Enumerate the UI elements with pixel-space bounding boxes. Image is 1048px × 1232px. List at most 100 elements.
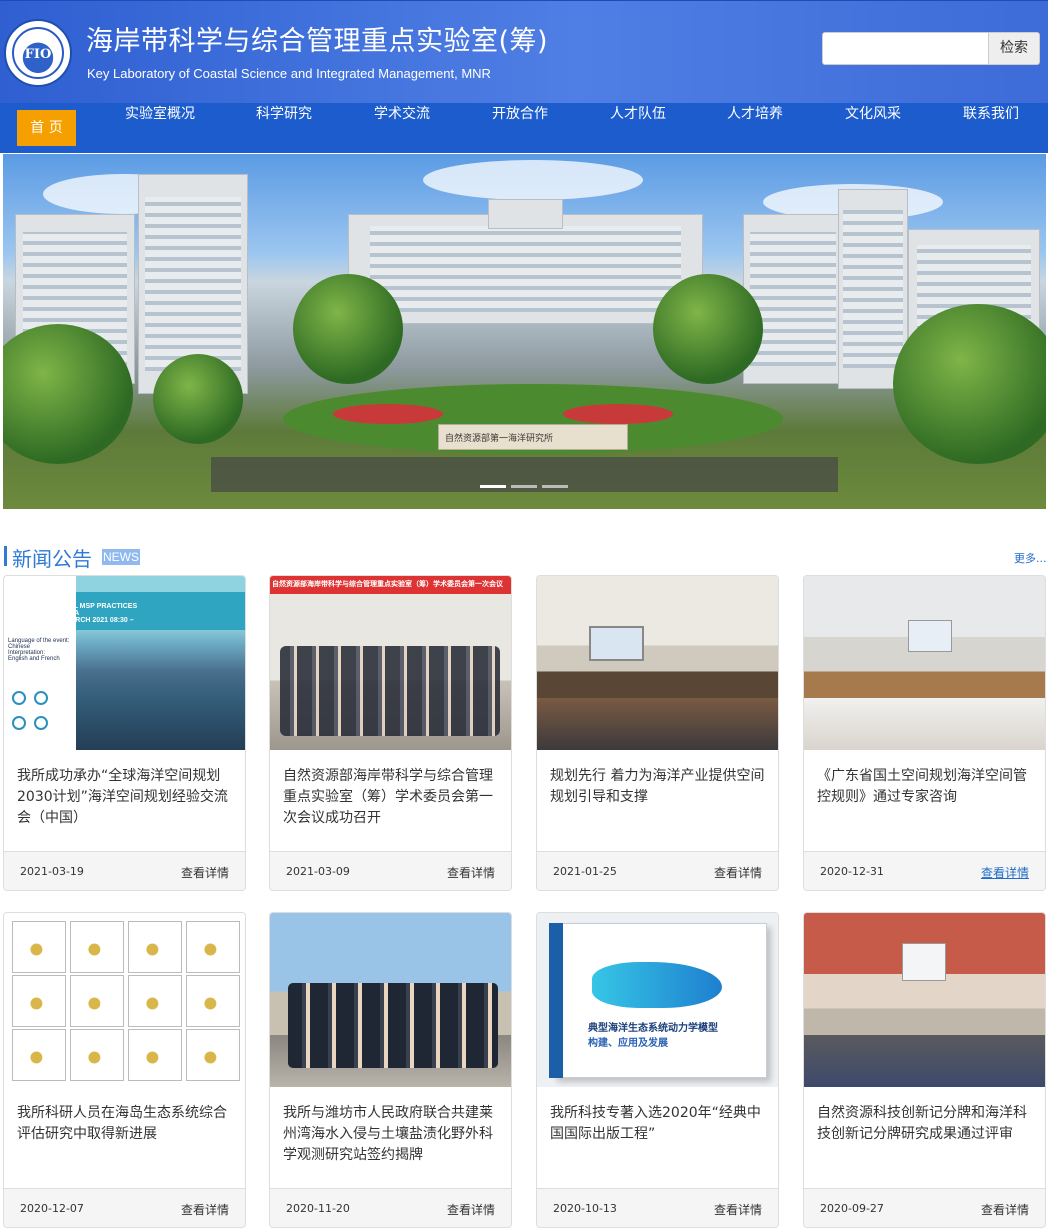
news-image[interactable] (270, 913, 511, 1087)
news-card[interactable]: 自然资源部海岸带科学与综合管理重点实验室（筹）学术委员会第一次会议 自然资源部海… (269, 575, 512, 891)
view-details-link[interactable]: 查看详情 (981, 864, 1029, 881)
nav-item-training[interactable]: 人才培养 (717, 103, 793, 153)
view-details-link[interactable]: 查看详情 (447, 1201, 495, 1218)
card-footer: 2020-09-27 查看详情 (804, 1188, 1045, 1227)
site-title-cn[interactable]: 海岸带科学与综合管理重点实验室(筹) (86, 19, 548, 58)
view-details-link[interactable]: 查看详情 (181, 1201, 229, 1218)
news-card[interactable]: 我所与潍坊市人民政府联合共建莱州湾海水入侵与土壤盐渍化野外科学观测研究站签约揭牌… (269, 912, 512, 1228)
news-card[interactable]: 《广东省国土空间规划海洋空间管控规则》通过专家咨询 2020-12-31 查看详… (803, 575, 1046, 891)
view-details-link[interactable]: 查看详情 (981, 1201, 1029, 1218)
nav-item-home[interactable]: 首 页 (17, 110, 76, 146)
news-date: 2021-03-19 (20, 865, 84, 878)
hero-banner[interactable]: 自然资源部第一海洋研究所 (3, 154, 1046, 509)
news-date: 2020-10-13 (553, 1202, 617, 1215)
right-wing-building (743, 214, 843, 384)
card-footer: 2020-10-13 查看详情 (537, 1188, 778, 1227)
map-panel (70, 975, 124, 1027)
news-title[interactable]: 《广东省国土空间规划海洋空间管控规则》通过专家咨询 (817, 766, 1033, 808)
map-panel (128, 1029, 182, 1081)
news-title[interactable]: 我所成功承办“全球海洋空间规划2030计划”海洋空间规划经验交流会（中国） (17, 766, 233, 829)
slide-dot-2[interactable] (511, 485, 537, 488)
org-logo-icon (12, 691, 26, 705)
news-date: 2020-12-31 (820, 865, 884, 878)
book-title-line: 典型海洋生态系统动力学模型 (588, 1023, 718, 1034)
interp-value: English and French (8, 656, 60, 662)
card-footer: 2021-03-09 查看详情 (270, 851, 511, 890)
news-card[interactable]: Online seminar SHARING NATIONAL MSP PRAC… (3, 575, 246, 891)
projection-screen (589, 626, 644, 661)
card-footer: 2020-12-07 查看详情 (4, 1188, 245, 1227)
news-image[interactable]: Online seminar SHARING NATIONAL MSP PRAC… (4, 576, 245, 750)
seminar-info: Language of the event: Chinese Interpret… (8, 638, 72, 662)
map-panel (12, 1029, 66, 1081)
org-logo-icon (34, 691, 48, 705)
card-footer: 2021-03-19 查看详情 (4, 851, 245, 890)
view-details-link[interactable]: 查看详情 (714, 1201, 762, 1218)
news-image[interactable] (537, 576, 778, 750)
view-details-link[interactable]: 查看详情 (447, 864, 495, 881)
news-title[interactable]: 我所科研人员在海岛生态系统综合评估研究中取得新进展 (17, 1103, 233, 1145)
news-title[interactable]: 自然资源部海岸带科学与综合管理重点实验室（筹）学术委员会第一次会议成功召开 (283, 766, 499, 829)
view-details-link[interactable]: 查看详情 (181, 864, 229, 881)
map-panel (70, 1029, 124, 1081)
news-image[interactable]: 自然资源部海岸带科学与综合管理重点实验室（筹）学术委员会第一次会议 (270, 576, 511, 750)
book-cover: 典型海洋生态系统动力学模型 构建、应用及发展 (553, 923, 767, 1078)
nav-item-culture[interactable]: 文化风采 (835, 103, 911, 153)
nav-item-contact[interactable]: 联系我们 (953, 103, 1029, 153)
news-image[interactable] (4, 913, 245, 1087)
news-image[interactable]: 典型海洋生态系统动力学模型 构建、应用及发展 (537, 913, 778, 1087)
site-title-en: Key Laboratory of Coastal Science and In… (87, 66, 491, 81)
news-title[interactable]: 我所与潍坊市人民政府联合共建莱州湾海水入侵与土壤盐渍化野外科学观测研究站签约揭牌 (283, 1103, 499, 1166)
nav-item-exchange[interactable]: 学术交流 (364, 103, 440, 153)
main-building (348, 214, 703, 324)
map-panel (128, 975, 182, 1027)
card-footer: 2020-12-31 查看详情 (804, 851, 1045, 890)
tree (653, 274, 763, 384)
seminar-info-panel: Language of the event: Chinese Interpret… (4, 576, 76, 750)
group-photo (280, 646, 500, 736)
section-title-en: NEWS (102, 549, 140, 565)
search-button[interactable]: 检索 (988, 32, 1040, 65)
news-title[interactable]: 自然资源科技创新记分牌和海洋科技创新记分牌研究成果通过评审 (817, 1103, 1033, 1145)
more-link[interactable]: 更多... (1014, 550, 1047, 566)
fio-logo[interactable]: FIO (4, 19, 72, 87)
news-card[interactable]: 典型海洋生态系统动力学模型 构建、应用及发展 我所科技专著入选2020年“经典中… (536, 912, 779, 1228)
map-panel (128, 921, 182, 973)
news-image[interactable] (804, 913, 1045, 1087)
news-title[interactable]: 我所科技专著入选2020年“经典中国国际出版工程” (550, 1103, 766, 1145)
map-panel (186, 921, 240, 973)
tree (153, 354, 243, 444)
news-date: 2020-11-20 (286, 1202, 350, 1215)
slide-dot-1[interactable] (480, 485, 506, 488)
news-card[interactable]: 规划先行 着力为海洋产业提供空间规划引导和支撑 2021-01-25 查看详情 (536, 575, 779, 891)
book-subtitle-line: 构建、应用及发展 (588, 1038, 668, 1049)
flower-bed (563, 404, 673, 424)
tree (293, 274, 403, 384)
map-panel (186, 975, 240, 1027)
map-panel (12, 975, 66, 1027)
book-title: 典型海洋生态系统动力学模型 构建、应用及发展 (588, 1019, 718, 1049)
institute-sign: 自然资源部第一海洋研究所 (438, 424, 628, 450)
map-panel (186, 1029, 240, 1081)
nav-item-overview[interactable]: 实验室概况 (118, 103, 202, 153)
meeting-banner-text: 自然资源部海岸带科学与综合管理重点实验室（筹）学术委员会第一次会议 (272, 580, 503, 588)
nav-item-team[interactable]: 人才队伍 (600, 103, 676, 153)
main-building-tower (488, 199, 563, 229)
nav-item-research[interactable]: 科学研究 (246, 103, 322, 153)
logo-text: FIO (24, 47, 52, 62)
main-nav: 首 页 实验室概况 科学研究 学术交流 开放合作 人才队伍 人才培养 文化风采 … (0, 103, 1048, 153)
news-date: 2021-01-25 (553, 865, 617, 878)
view-details-link[interactable]: 查看详情 (714, 864, 762, 881)
news-title[interactable]: 规划先行 着力为海洋产业提供空间规划引导和支撑 (550, 766, 766, 808)
news-image[interactable] (804, 576, 1045, 750)
nav-item-cooperation[interactable]: 开放合作 (482, 103, 558, 153)
map-panel (12, 921, 66, 973)
news-card[interactable]: 自然资源科技创新记分牌和海洋科技创新记分牌研究成果通过评审 2020-09-27… (803, 912, 1046, 1228)
institute-sign-text: 自然资源部第一海洋研究所 (445, 434, 554, 444)
tree (893, 304, 1046, 464)
flower-bed (333, 404, 443, 424)
search-input[interactable] (822, 32, 990, 65)
news-card[interactable]: 我所科研人员在海岛生态系统综合评估研究中取得新进展 2020-12-07 查看详… (3, 912, 246, 1228)
card-footer: 2021-01-25 查看详情 (537, 851, 778, 890)
slide-dot-3[interactable] (542, 485, 568, 488)
